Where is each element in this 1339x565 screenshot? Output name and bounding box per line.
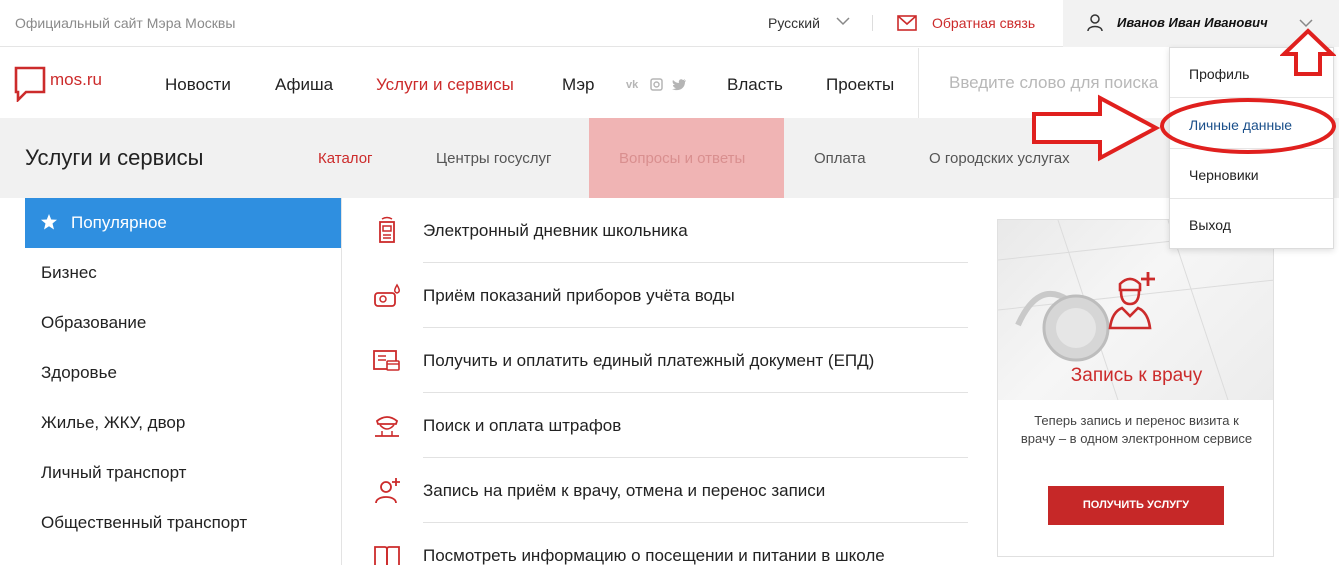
svg-text:vk: vk	[626, 79, 639, 90]
service-label: Посмотреть информацию о посещении и пита…	[423, 546, 885, 565]
speech-bubble-logo-icon	[14, 66, 46, 102]
promo-description: Теперь запись и перенос визита к врачу –…	[1020, 413, 1253, 446]
search-input[interactable]	[949, 73, 1189, 93]
nav-item-government[interactable]: Власть	[727, 75, 783, 95]
feedback-link[interactable]: Обратная связь	[932, 15, 1035, 31]
category-sidebar: Популярное Бизнес Образование Здоровье Ж…	[25, 198, 342, 565]
school-book-icon	[374, 546, 400, 565]
vk-icon[interactable]: vk	[626, 78, 642, 90]
doctor-icon	[1108, 272, 1155, 330]
sidebar-item-public-transport[interactable]: Общественный транспорт	[41, 513, 247, 533]
sidebar-item-housing[interactable]: Жилье, ЖКУ, двор	[41, 413, 185, 433]
star-icon	[41, 214, 57, 230]
menu-item-logout[interactable]: Выход	[1170, 199, 1333, 249]
nav-item-afisha[interactable]: Афиша	[275, 75, 333, 95]
top-utility-bar: Официальный сайт Мэра Москвы Русский Обр…	[0, 0, 1339, 47]
doctor-appointment-promo: Запись к врачу Теперь запись и перенос в…	[997, 219, 1274, 557]
list-item[interactable]: Поиск и оплата штрафов	[343, 393, 968, 458]
menu-item-drafts[interactable]: Черновики	[1170, 149, 1333, 199]
tab-service-centers[interactable]: Центры госуслуг	[436, 150, 551, 167]
police-fines-icon	[375, 416, 399, 437]
tab-catalog[interactable]: Каталог	[318, 150, 373, 167]
sidebar-item-education[interactable]: Образование	[41, 313, 146, 333]
menu-item-label: Выход	[1189, 217, 1231, 233]
user-menu-toggle[interactable]: Иванов Иван Иванович	[1063, 0, 1339, 47]
service-label: Электронный дневник школьника	[423, 221, 688, 240]
chevron-down-icon[interactable]	[835, 13, 851, 29]
menu-item-label: Профиль	[1189, 66, 1250, 82]
twitter-icon[interactable]	[672, 78, 687, 91]
service-label: Приём показаний приборов учёта воды	[423, 286, 735, 305]
menu-item-personal-data[interactable]: Личные данные	[1170, 99, 1333, 149]
menu-item-profile[interactable]: Профиль	[1170, 48, 1333, 98]
service-label: Запись на приём к врачу, отмена и перено…	[423, 481, 826, 500]
tab-payment[interactable]: Оплата	[814, 150, 866, 167]
section-header-bar: Услуги и сервисы Каталог Центры госуслуг…	[0, 118, 1339, 198]
nav-item-projects[interactable]: Проекты	[826, 75, 894, 95]
page-title: Услуги и сервисы	[25, 145, 204, 170]
divider	[872, 15, 873, 31]
sidebar-item-health[interactable]: Здоровье	[41, 363, 117, 383]
popular-services-list: Электронный дневник школьника Приём пока…	[343, 198, 968, 565]
official-site-text[interactable]: Официальный сайт Мэра Москвы	[15, 15, 235, 31]
chevron-down-icon[interactable]	[1297, 14, 1315, 32]
user-dropdown-menu: Профиль Личные данные Черновики Выход	[1169, 47, 1334, 249]
list-item[interactable]: Электронный дневник школьника	[343, 198, 968, 263]
sidebar-item-business[interactable]: Бизнес	[41, 263, 97, 283]
list-item[interactable]: Запись на приём к врачу, отмена и перено…	[343, 458, 968, 523]
get-service-button[interactable]: ПОЛУЧИТЬ УСЛУГУ	[1048, 486, 1224, 525]
main-navigation: mos.ru Новости Афиша Услуги и сервисы Мэ…	[0, 48, 1339, 118]
nav-item-mayor[interactable]: Мэр	[562, 75, 594, 95]
list-item[interactable]: Приём показаний приборов учёта воды	[343, 263, 968, 328]
water-meter-icon	[374, 283, 400, 307]
user-name: Иванов Иван Иванович	[1117, 15, 1268, 30]
payment-document-icon	[373, 350, 400, 371]
nav-item-news[interactable]: Новости	[165, 75, 231, 95]
instagram-icon[interactable]	[650, 78, 663, 91]
service-label: Получить и оплатить единый платежный док…	[423, 351, 875, 370]
sidebar-item-label: Популярное	[71, 213, 167, 232]
sidebar-item-personal-transport[interactable]: Личный транспорт	[41, 463, 186, 483]
doctor-icon	[375, 478, 400, 504]
mail-icon[interactable]	[897, 14, 917, 32]
logo-text: mos.ru	[50, 70, 102, 89]
list-item[interactable]: Получить и оплатить единый платежный док…	[343, 328, 968, 393]
sidebar-item-popular[interactable]: Популярное	[25, 198, 341, 248]
tab-faq[interactable]: Вопросы и ответы	[619, 150, 745, 167]
menu-item-label: Личные данные	[1189, 117, 1293, 133]
service-label: Поиск и оплата штрафов	[423, 416, 622, 435]
user-icon	[1087, 14, 1103, 32]
tab-about-services[interactable]: О городских услугах	[929, 150, 1070, 167]
nav-item-services[interactable]: Услуги и сервисы	[376, 75, 514, 95]
promo-title: Запись к врачу	[1070, 365, 1203, 386]
list-item[interactable]: Посмотреть информацию о посещении и пита…	[343, 523, 968, 565]
school-diary-icon	[379, 216, 395, 243]
menu-item-label: Черновики	[1189, 167, 1259, 183]
language-selector[interactable]: Русский	[768, 15, 820, 31]
mos-ru-logo[interactable]: mos.ru	[14, 66, 102, 102]
